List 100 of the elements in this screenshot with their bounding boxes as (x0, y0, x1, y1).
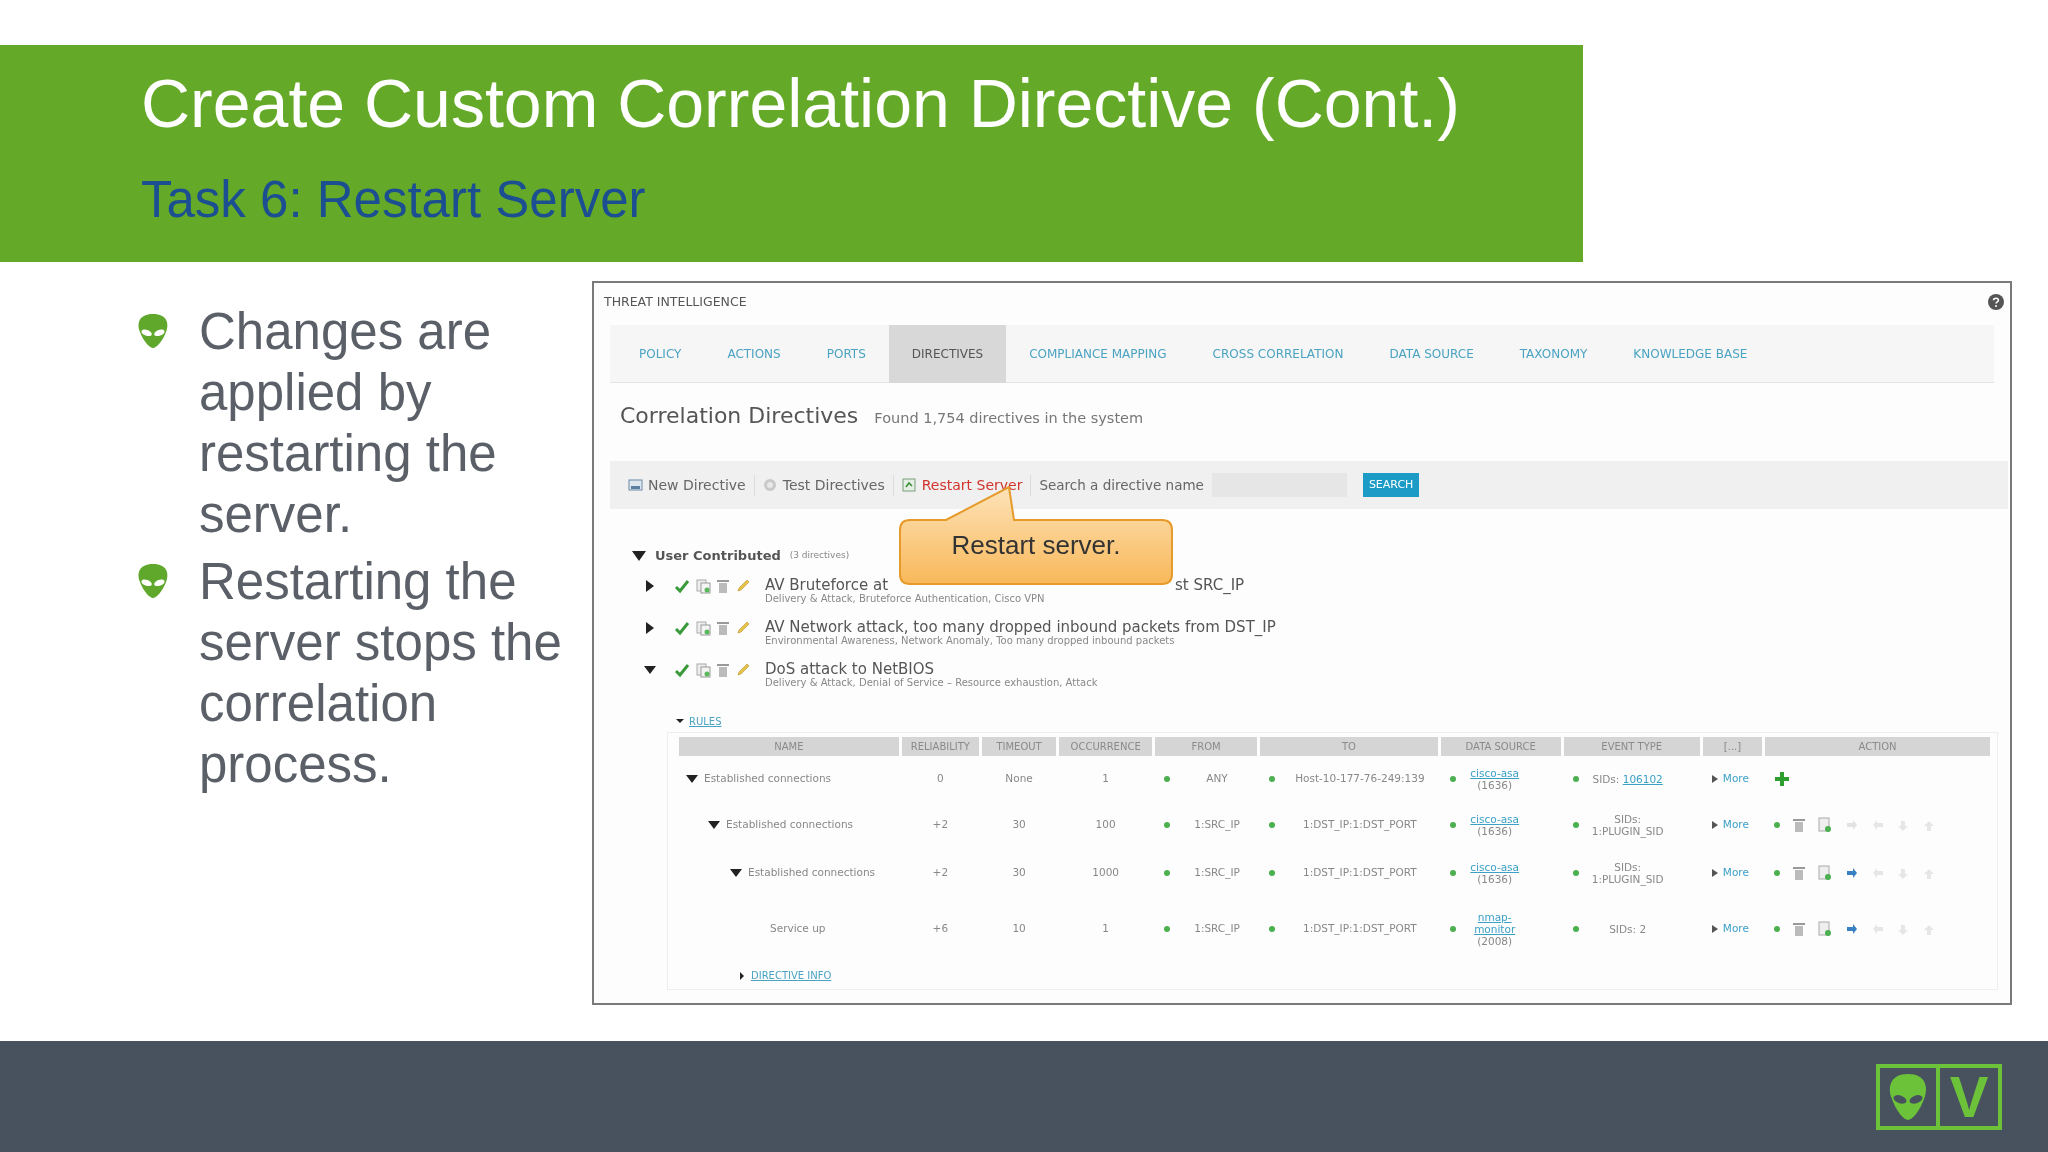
column-header: NAME (679, 737, 899, 756)
check-icon[interactable] (674, 578, 690, 594)
table-cell: None (1005, 772, 1033, 785)
dot-icon (1572, 926, 1579, 932)
bullet-text: Changes are applied by restarting the server. (199, 302, 498, 545)
caret-icon[interactable] (644, 664, 656, 676)
slide-subtitle: Task 6: Restart Server (141, 169, 647, 230)
tab[interactable]: DATA SOURCE (1366, 325, 1497, 383)
event-label: SIDs: (1592, 773, 1620, 785)
triangle-icon (1711, 775, 1718, 783)
data-source-link[interactable]: cisco-asa (1463, 861, 1526, 873)
directive-name[interactable]: st SRC_IP (1175, 578, 1245, 593)
tab[interactable]: DIRECTIVES (888, 325, 1007, 383)
data-source-link[interactable]: nmap-monitor (1463, 911, 1526, 935)
table-cell-text: 1:SRC_IP (1193, 921, 1241, 937)
table-cell: 30 (1012, 818, 1026, 831)
data-source-link[interactable]: cisco-asa (1463, 813, 1526, 825)
triangle-icon (1711, 925, 1718, 933)
table-cell-text: ANY (1205, 771, 1229, 787)
caret-icon[interactable] (644, 580, 656, 592)
dot-icon (1449, 776, 1456, 782)
more-link[interactable]: More (1722, 817, 1749, 833)
pencil-icon[interactable] (735, 578, 751, 594)
toolbar-button[interactable]: New Directive (620, 474, 755, 496)
caret-icon[interactable] (686, 773, 698, 785)
caret-icon[interactable] (676, 717, 684, 725)
event-label: SIDs: (1609, 923, 1637, 935)
table-cell: +6 (932, 922, 949, 935)
result-count: Found 1,754 directives in the system (874, 409, 1144, 428)
copy-icon[interactable] (695, 662, 711, 678)
tab[interactable]: KNOWLEDGE BASE (1610, 325, 1771, 383)
dot-icon (1572, 870, 1579, 876)
directive-name[interactable]: AV Network attack, too many dropped inbound packets from DST_IP (765, 620, 1276, 635)
document-icon[interactable] (1818, 865, 1833, 881)
caret-icon[interactable] (644, 622, 656, 634)
caret-icon[interactable] (738, 971, 746, 980)
table-cell: 100 (1095, 818, 1116, 831)
data-source-link[interactable]: cisco-asa (1463, 767, 1526, 779)
dot-icon (1164, 870, 1170, 876)
tab[interactable]: TAXONOMY (1496, 325, 1611, 383)
directive-name[interactable]: DoS attack to NetBIOS (765, 662, 1098, 677)
directive-tags: Environmental Awareness, Network Anomaly, Too many dropped inbound packets (765, 635, 1276, 647)
help-icon[interactable] (1988, 294, 2004, 310)
rule-name[interactable]: Service up (770, 921, 826, 937)
table-cell: +2 (932, 818, 949, 831)
dot-icon (1774, 870, 1781, 876)
rule-name[interactable]: Established connections (704, 771, 832, 787)
dot-icon (1449, 926, 1456, 932)
tab[interactable]: COMPLIANCE MAPPING (1006, 325, 1190, 383)
dot-icon (1269, 926, 1276, 932)
table-cell: +2 (932, 866, 949, 879)
sid-value: 1:PLUGIN_SID (1591, 873, 1664, 885)
group-count: (3 directives) (789, 549, 850, 563)
check-icon[interactable] (674, 620, 690, 636)
directive-tags: Delivery & Attack, Denial of Service – Resource exhaustion, Attack (765, 677, 1098, 689)
trash-icon[interactable] (716, 578, 730, 594)
directive-name[interactable]: AV Bruteforce at (765, 578, 889, 593)
pencil-icon[interactable] (735, 620, 751, 636)
caret-icon[interactable] (730, 867, 742, 879)
rule-name[interactable]: Established connections (748, 865, 876, 881)
sid-link[interactable]: 106102 (1622, 773, 1663, 785)
toolbar-button[interactable]: Test Directives (754, 474, 894, 496)
trash-icon[interactable] (1793, 866, 1806, 880)
search-button[interactable]: SEARCH (1362, 472, 1420, 498)
more-link[interactable]: More (1722, 921, 1749, 937)
trash-icon[interactable] (1793, 922, 1806, 936)
trash-icon[interactable] (716, 662, 730, 678)
tab[interactable]: ACTIONS (704, 325, 804, 383)
dot-icon (1269, 870, 1276, 876)
more-link[interactable]: More (1722, 771, 1749, 787)
event-label: SIDs: (1614, 813, 1642, 825)
source-count: (1636) (1477, 873, 1513, 885)
tab[interactable]: PORTS (803, 325, 889, 383)
plus-icon[interactable] (1774, 771, 1791, 787)
document-icon[interactable] (1818, 817, 1833, 833)
dot-icon (1449, 870, 1456, 876)
dot-icon (1164, 926, 1170, 932)
trash-icon[interactable] (1793, 818, 1806, 832)
dot-icon (1269, 776, 1276, 782)
caret-icon[interactable] (708, 819, 720, 831)
tab[interactable]: POLICY (616, 325, 705, 383)
document-icon[interactable] (1818, 921, 1833, 937)
table-cell: 1 (1102, 772, 1109, 785)
caret-icon[interactable] (632, 549, 646, 563)
source-count: (1636) (1477, 825, 1513, 837)
dot-icon (1449, 822, 1456, 828)
tab[interactable]: CROSS CORRELATION (1189, 325, 1367, 383)
copy-icon[interactable] (695, 620, 711, 636)
pencil-icon[interactable] (735, 662, 751, 678)
copy-icon[interactable] (695, 578, 711, 594)
arrow-icon[interactable] (1845, 866, 1859, 880)
trash-icon[interactable] (716, 620, 730, 636)
check-icon[interactable] (674, 662, 690, 678)
more-link[interactable]: More (1722, 865, 1749, 881)
table-cell: 10 (1012, 922, 1026, 935)
rule-name[interactable]: Established connections (726, 817, 854, 833)
directive-info-toggle[interactable]: DIRECTIVE INFO (751, 968, 832, 983)
rules-toggle[interactable]: RULES (689, 713, 722, 729)
arrow-icon[interactable] (1845, 922, 1859, 936)
sid-value: 2 (1639, 923, 1647, 935)
